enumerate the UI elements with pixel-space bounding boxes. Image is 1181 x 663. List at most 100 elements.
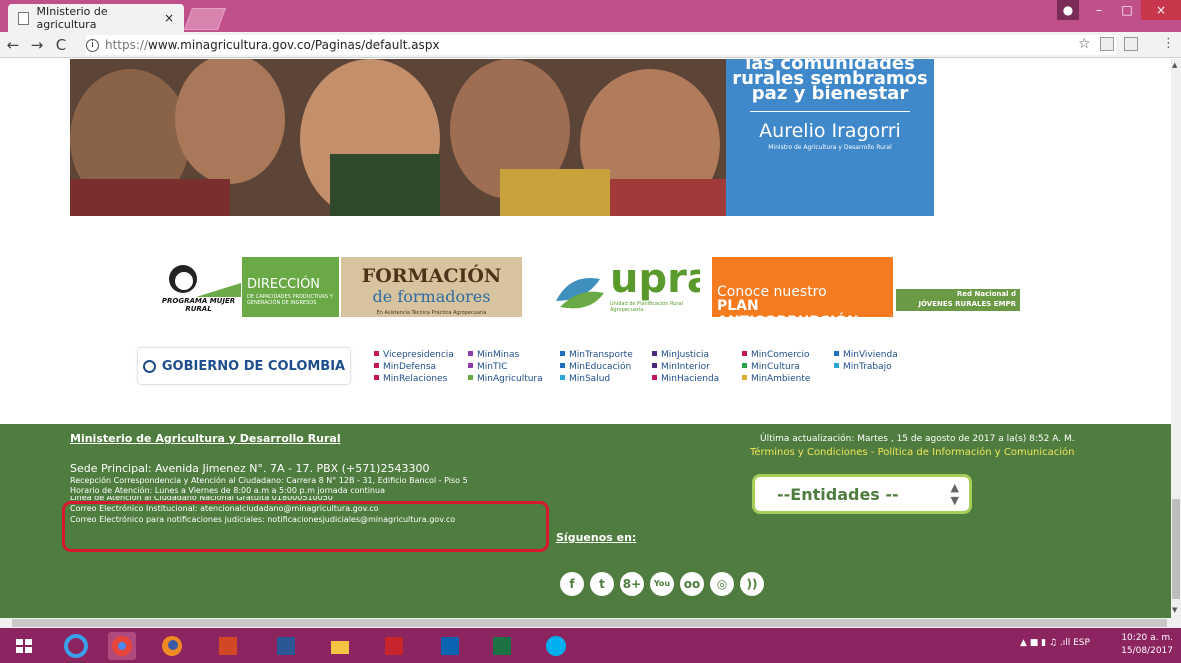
rss-icon[interactable]: )) <box>740 572 764 596</box>
quote-line: paz y bienestar <box>751 83 909 104</box>
footer-title[interactable]: Ministerio de Agricultura y Desarrollo R… <box>70 432 341 445</box>
file-explorer-icon[interactable] <box>326 632 354 660</box>
jovenes-rurales-link[interactable]: Red Nacional d JÓVENES RURALES EMPR <box>896 257 1020 317</box>
outlook-icon[interactable] <box>436 632 464 660</box>
site-footer: Ministerio de Agricultura y Desarrollo R… <box>0 424 1171 618</box>
minister-name: Aurelio Iragorri <box>759 120 901 142</box>
ministry-link[interactable]: MinTransporte <box>560 349 633 361</box>
address-bar[interactable]: i https:// www.minagricultura.gov.co/Pag… <box>86 35 1116 55</box>
upra-logo-link[interactable]: upra Unidad de Planificación Rural Agrop… <box>550 257 700 317</box>
ministry-link[interactable]: MinJusticia <box>652 349 719 361</box>
logo-label: PLAN ANTICORRUPCIÓN <box>717 298 859 317</box>
facebook-icon[interactable]: f <box>560 572 584 596</box>
bookmark-star-icon[interactable]: ☆ <box>1078 36 1091 52</box>
terms-policy-links[interactable]: Términos y Condiciones - Política de Inf… <box>750 447 1075 458</box>
internet-explorer-icon[interactable] <box>62 632 90 660</box>
minimize-button[interactable]: – <box>1085 0 1113 20</box>
select-arrows-icon: ▲ ▼ <box>950 481 959 507</box>
powerpoint-icon[interactable] <box>214 632 242 660</box>
banner-quote-box: las comunidades rurales sembramos paz y … <box>726 59 934 216</box>
ministry-link[interactable]: MinHacienda <box>652 373 719 385</box>
forward-button[interactable]: → <box>26 36 48 54</box>
highlight-box <box>62 501 549 552</box>
ministry-link[interactable]: MinDefensa <box>374 361 454 373</box>
ministries-column: MinMinas MinTIC MinAgricultura <box>468 349 543 385</box>
scrollbar-thumb[interactable] <box>12 619 1167 627</box>
profile-icon[interactable]: ● <box>1057 0 1079 20</box>
minister-role: Ministro de Agricultura y Desarrollo Rur… <box>768 144 892 151</box>
excel-icon[interactable] <box>488 632 516 660</box>
google-plus-icon[interactable]: 8+ <box>620 572 644 596</box>
windows-start-icon[interactable] <box>10 632 38 660</box>
close-window-button[interactable]: × <box>1141 0 1181 20</box>
clock[interactable]: 10:20 a. m. 15/08/2017 <box>1121 632 1173 658</box>
ministry-link[interactable]: MinMinas <box>468 349 543 361</box>
ministry-link[interactable]: MinAmbiente <box>742 373 810 385</box>
reload-button[interactable]: C <box>50 36 72 54</box>
twitter-icon[interactable]: t <box>590 572 614 596</box>
logo-label: Red Nacional d <box>956 290 1016 298</box>
ministry-link[interactable]: MinVivienda <box>834 349 898 361</box>
logo-label: de formadores <box>372 287 491 306</box>
gobierno-label: GOBIERNO DE COLOMBIA <box>161 358 346 374</box>
gobierno-de-colombia-link[interactable]: GOBIERNO DE COLOMBIA <box>138 348 350 384</box>
follow-us-label: Síguenos en: <box>556 531 637 544</box>
mujer-rural-logo-link[interactable]: PROGRAMA MUJER RURAL <box>156 257 241 317</box>
entidades-selected-value: --Entidades -- <box>777 484 899 504</box>
ministry-link[interactable]: MinComercio <box>742 349 810 361</box>
instagram-icon[interactable]: ◎ <box>710 572 734 596</box>
extension-icon[interactable] <box>1100 37 1114 51</box>
extension-icon[interactable] <box>1124 37 1138 51</box>
browser-tab[interactable]: MInisterio de agricultura × <box>8 4 184 32</box>
browser-toolbar: ← → C i https:// www.minagricultura.gov.… <box>0 32 1181 58</box>
upra-leaf-icon <box>556 277 604 309</box>
footer-address: Sede Principal: Avenida Jimenez N°. 7A -… <box>70 462 430 475</box>
formacion-logo-link[interactable]: FORMACIÓN de formadores En Asistencia Té… <box>341 257 522 317</box>
ministry-link[interactable]: MinTIC <box>468 361 543 373</box>
maximize-button[interactable]: □ <box>1113 0 1141 20</box>
acrobat-icon[interactable] <box>380 632 408 660</box>
site-info-icon[interactable]: i <box>86 38 99 52</box>
plan-anticorrupcion-link[interactable]: Conoce nuestro PLAN ANTICORRUPCIÓN <box>712 257 893 317</box>
scroll-down-icon[interactable]: ▼ <box>1172 606 1177 614</box>
back-button[interactable]: ← <box>2 36 24 54</box>
youtube-icon[interactable]: You <box>650 572 674 596</box>
ministries-column: MinComercio MinCultura MinAmbiente <box>742 349 810 385</box>
url-scheme: https:// <box>105 38 149 52</box>
browser-menu-button[interactable]: ⋮ <box>1162 36 1175 51</box>
logo-sublabel: En Asistencia Técnica Práctica Agropecua… <box>376 310 487 316</box>
flickr-icon[interactable]: oo <box>680 572 704 596</box>
hero-banner[interactable]: las comunidades rurales sembramos paz y … <box>70 59 934 216</box>
page-favicon-icon <box>18 11 29 25</box>
ministry-link[interactable]: MinInterior <box>652 361 719 373</box>
word-icon[interactable] <box>272 632 300 660</box>
scroll-up-icon[interactable]: ▲ <box>1172 61 1177 69</box>
system-tray[interactable]: ▲ ■ ▮ ♫ .ıll ESP <box>1020 638 1090 648</box>
scrollbar-thumb[interactable] <box>1172 499 1180 599</box>
chrome-icon[interactable] <box>108 632 136 660</box>
ministry-link[interactable]: MinTrabajo <box>834 361 898 373</box>
tab-title: MInisterio de agricultura <box>36 5 108 31</box>
ministry-link[interactable]: MinRelaciones <box>374 373 454 385</box>
horizontal-scrollbar[interactable] <box>0 618 1181 628</box>
clock-time: 10:20 a. m. <box>1121 633 1173 643</box>
ministry-link[interactable]: MinSalud <box>560 373 633 385</box>
ministry-link[interactable]: Vicepresidencia <box>374 349 454 361</box>
firefox-icon[interactable] <box>158 632 186 660</box>
entidades-select[interactable]: --Entidades -- ▲ ▼ <box>752 474 972 514</box>
window-controls: ● – □ × <box>1057 0 1181 22</box>
tab-close-button[interactable]: × <box>164 11 174 25</box>
ministry-link[interactable]: MinAgricultura <box>468 373 543 385</box>
ministries-column: Vicepresidencia MinDefensa MinRelaciones <box>374 349 454 385</box>
skype-icon[interactable] <box>542 632 570 660</box>
ministry-link[interactable]: MinEducación <box>560 361 633 373</box>
last-update-text: Última actualización: Martes , 15 de ago… <box>760 434 1075 444</box>
direccion-logo-link[interactable]: DIRECCIÓN DE CAPACIDADES PRODUCTIVAS Y G… <box>242 257 339 317</box>
logo-label: FORMACIÓN <box>361 265 502 287</box>
ministry-link[interactable]: MinCultura <box>742 361 810 373</box>
new-tab-button[interactable] <box>183 8 227 30</box>
language-indicator[interactable]: ESP <box>1073 638 1090 648</box>
vertical-scrollbar[interactable]: ▲ ▼ <box>1171 59 1181 618</box>
quote-divider <box>750 111 910 112</box>
social-links: f t 8+ You oo ◎ )) <box>560 572 770 596</box>
